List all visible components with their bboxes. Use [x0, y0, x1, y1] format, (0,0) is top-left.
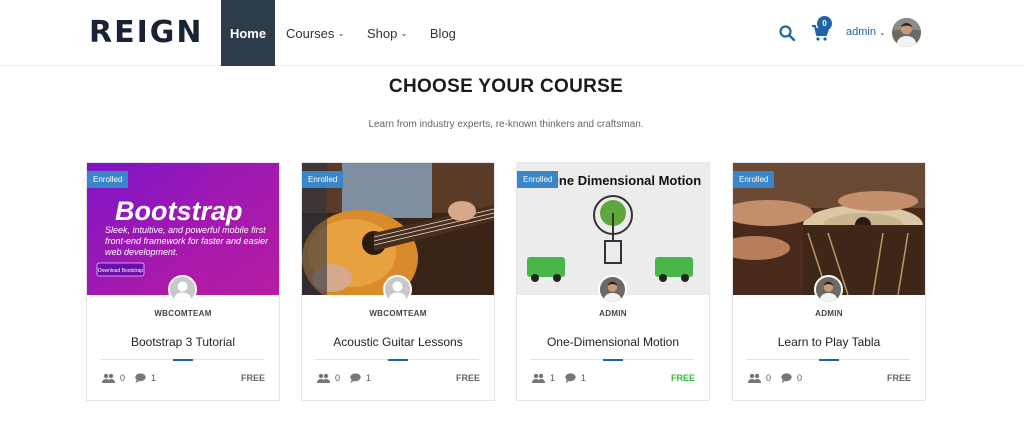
- user-avatar[interactable]: [892, 18, 921, 47]
- chevron-down-icon: ⌄: [337, 27, 345, 38]
- comment-icon: [135, 373, 146, 383]
- course-price: FREE: [886, 373, 911, 383]
- course-price: FREE: [455, 373, 480, 383]
- comment-icon: [781, 373, 792, 383]
- site-header: REIGN Home Courses ⌄ Shop ⌄ Blog 0 admin ⌄: [0, 0, 1024, 66]
- users-icon: [102, 373, 115, 383]
- chevron-down-icon: ⌄: [879, 28, 886, 37]
- user-menu[interactable]: admin ⌄: [846, 26, 886, 38]
- comment-icon: [565, 373, 576, 383]
- course-title[interactable]: One-Dimensional Motion: [517, 335, 709, 349]
- course-card[interactable]: Enrolled ADMIN Learn to Play Tabla 0 0 F…: [732, 162, 926, 401]
- course-author[interactable]: WBCOMTEAM: [302, 309, 494, 318]
- enrolled-badge: Enrolled: [87, 171, 129, 188]
- nav-home-label: Home: [229, 25, 267, 41]
- enrolled-badge: Enrolled: [733, 171, 775, 188]
- course-image-heading: One Dimensional Motion: [549, 173, 701, 188]
- search-icon[interactable]: [779, 25, 795, 41]
- comments-count: 1: [135, 373, 156, 383]
- comments-value: 0: [797, 373, 803, 383]
- section-title: CHOOSE YOUR COURSE: [388, 76, 624, 97]
- user-name-label: admin: [846, 26, 876, 38]
- users-icon: [532, 373, 545, 383]
- course-title[interactable]: Bootstrap 3 Tutorial: [87, 335, 279, 349]
- nav-home[interactable]: Home: [221, 0, 275, 66]
- divider-accent: [388, 359, 408, 361]
- nav-shop-label: Shop: [366, 25, 398, 41]
- site-logo[interactable]: REIGN: [89, 17, 204, 49]
- course-price: FREE: [670, 373, 695, 383]
- users-icon: [748, 373, 761, 383]
- course-title[interactable]: Acoustic Guitar Lessons: [302, 335, 494, 349]
- comments-value: 1: [581, 373, 587, 383]
- course-price: FREE: [240, 373, 265, 383]
- course-card[interactable]: Enrolled WBCOMTEAM Acoustic Guitar Lesso…: [301, 162, 495, 401]
- students-count: 0: [102, 373, 125, 383]
- nav-blog[interactable]: Blog: [419, 0, 467, 66]
- comment-icon: [350, 373, 361, 383]
- students-count: 0: [748, 373, 771, 383]
- course-image-button: Download Bootstrap: [98, 268, 143, 274]
- course-author[interactable]: WBCOMTEAM: [87, 309, 279, 318]
- course-author[interactable]: ADMIN: [733, 309, 925, 318]
- author-avatar: [598, 275, 627, 304]
- comments-count: 1: [350, 373, 371, 383]
- students-value: 1: [550, 373, 556, 383]
- comments-count: 1: [565, 373, 586, 383]
- course-card[interactable]: One Dimensional Motion Enrolled ADMIN On…: [516, 162, 710, 401]
- section-subtitle: Learn from industry experts, re-known th…: [368, 119, 644, 130]
- comments-count: 0: [781, 373, 802, 383]
- students-value: 0: [766, 373, 772, 383]
- divider-accent: [173, 359, 193, 361]
- comments-value: 1: [151, 373, 157, 383]
- author-avatar: [814, 275, 843, 304]
- enrolled-badge: Enrolled: [517, 171, 559, 188]
- comments-value: 1: [366, 373, 372, 383]
- nav-shop[interactable]: Shop ⌄: [356, 0, 419, 66]
- enrolled-badge: Enrolled: [302, 171, 344, 188]
- nav-courses[interactable]: Courses ⌄: [275, 0, 356, 66]
- nav-blog-label: Blog: [429, 25, 456, 41]
- users-icon: [317, 373, 330, 383]
- main-nav: Home Courses ⌄ Shop ⌄ Blog: [221, 0, 467, 66]
- students-count: 1: [532, 373, 555, 383]
- author-avatar: [168, 275, 197, 304]
- cart-count-badge: 0: [817, 16, 832, 31]
- chevron-down-icon: ⌄: [400, 27, 408, 38]
- students-value: 0: [335, 373, 341, 383]
- course-card[interactable]: Bootstrap Sleek, intuitive, and powerful…: [86, 162, 280, 401]
- divider-accent: [819, 359, 839, 361]
- students-value: 0: [120, 373, 126, 383]
- course-title[interactable]: Learn to Play Tabla: [733, 335, 925, 349]
- course-author[interactable]: ADMIN: [517, 309, 709, 318]
- divider-accent: [603, 359, 623, 361]
- course-image-heading: Bootstrap: [115, 196, 243, 226]
- author-avatar: [383, 275, 412, 304]
- students-count: 0: [317, 373, 340, 383]
- nav-courses-label: Courses: [286, 25, 335, 41]
- course-image-tagline: Sleek, intuitive, and powerful mobile fi…: [105, 225, 269, 257]
